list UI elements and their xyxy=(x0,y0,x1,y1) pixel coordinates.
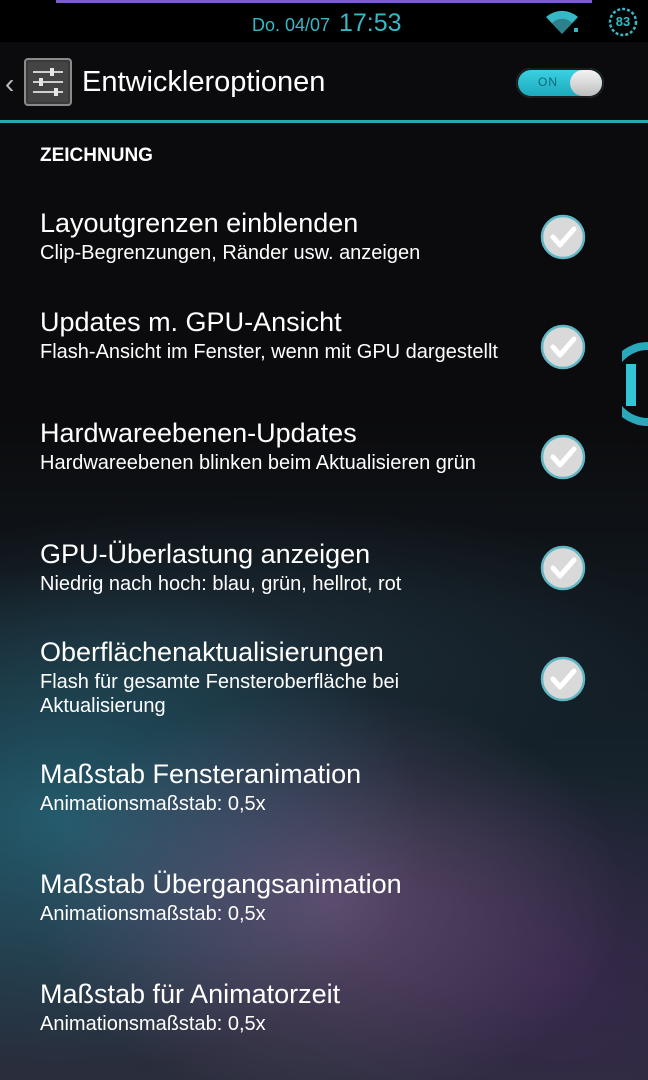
battery-level: 83 xyxy=(615,14,631,29)
status-bar: Do. 04/07 17:53 83 xyxy=(0,0,648,42)
pref-title: Oberflächenaktualisierungen xyxy=(40,637,384,667)
pref-summary: Animationsmaßstab: 0,5x xyxy=(40,903,266,925)
pref-window-animation-scale[interactable]: Maßstab Fensteranimation Animationsmaßst… xyxy=(40,758,510,816)
settings-app-icon[interactable] xyxy=(24,58,72,106)
pref-show-layout-bounds[interactable]: Layoutgrenzen einblenden Clip-Begrenzung… xyxy=(40,207,510,265)
pref-title: Updates m. GPU-Ansicht xyxy=(40,307,342,337)
pref-title: Layoutgrenzen einblenden xyxy=(40,208,359,238)
pref-summary: Hardwareebenen blinken beim Aktualisiere… xyxy=(40,452,476,474)
notification-line xyxy=(56,0,592,3)
checkbox-checked-icon[interactable] xyxy=(540,324,586,370)
checkbox-checked-icon[interactable] xyxy=(540,214,586,260)
developer-options-toggle[interactable]: ON xyxy=(516,68,604,98)
pref-title: Maßstab Fensteranimation xyxy=(40,759,362,789)
pref-gpu-overdraw[interactable]: GPU-Überlastung anzeigen Niedrig nach ho… xyxy=(40,538,510,596)
action-bar: ‹ Entwickleroptionen ON xyxy=(0,42,648,123)
status-date: Do. 04/07 xyxy=(252,15,331,35)
pref-hw-layers-updates[interactable]: Hardwareebenen-Updates Hardwareebenen bl… xyxy=(40,417,510,475)
checkbox-checked-icon[interactable] xyxy=(540,545,586,591)
pref-surface-updates[interactable]: Oberflächenaktualisierungen Flash für ge… xyxy=(40,636,510,718)
pref-animator-duration-scale[interactable]: Maßstab für Animatorzeit Animationsmaßst… xyxy=(40,978,510,1036)
pref-summary: Animationsmaßstab: 0,5x xyxy=(40,1013,266,1035)
pref-transition-animation-scale[interactable]: Maßstab Übergangsanimation Animationsmaß… xyxy=(40,868,510,926)
pref-summary: Flash-Ansicht im Fenster, wenn mit GPU d… xyxy=(40,341,498,363)
pref-summary: Clip-Begrenzungen, Ränder usw. anzeigen xyxy=(40,242,421,264)
section-header: ZEICHNUNG xyxy=(40,145,153,166)
status-time: 17:53 xyxy=(339,9,402,37)
pref-title: Hardwareebenen-Updates xyxy=(40,418,357,448)
pref-gpu-view-updates[interactable]: Updates m. GPU-Ansicht Flash-Ansicht im … xyxy=(40,306,510,364)
checkbox-checked-icon[interactable] xyxy=(540,434,586,480)
toggle-knob xyxy=(570,70,602,96)
toggle-on-label: ON xyxy=(538,75,558,89)
pref-summary: Flash für gesamte Fensteroberfläche bei … xyxy=(40,671,400,717)
wifi-icon xyxy=(546,10,578,34)
edge-handle-icon[interactable] xyxy=(622,340,648,428)
action-bar-divider xyxy=(0,120,648,123)
pref-title: GPU-Überlastung anzeigen xyxy=(40,539,371,569)
pref-title: Maßstab für Animatorzeit xyxy=(40,979,341,1009)
checkbox-checked-icon[interactable] xyxy=(540,656,586,702)
page-title: Entwickleroptionen xyxy=(82,66,326,98)
pref-title: Maßstab Übergangsanimation xyxy=(40,869,402,899)
back-chevron-icon[interactable]: ‹ xyxy=(5,68,14,100)
pref-summary: Niedrig nach hoch: blau, grün, hellrot, … xyxy=(40,573,402,595)
pref-summary: Animationsmaßstab: 0,5x xyxy=(40,793,266,815)
